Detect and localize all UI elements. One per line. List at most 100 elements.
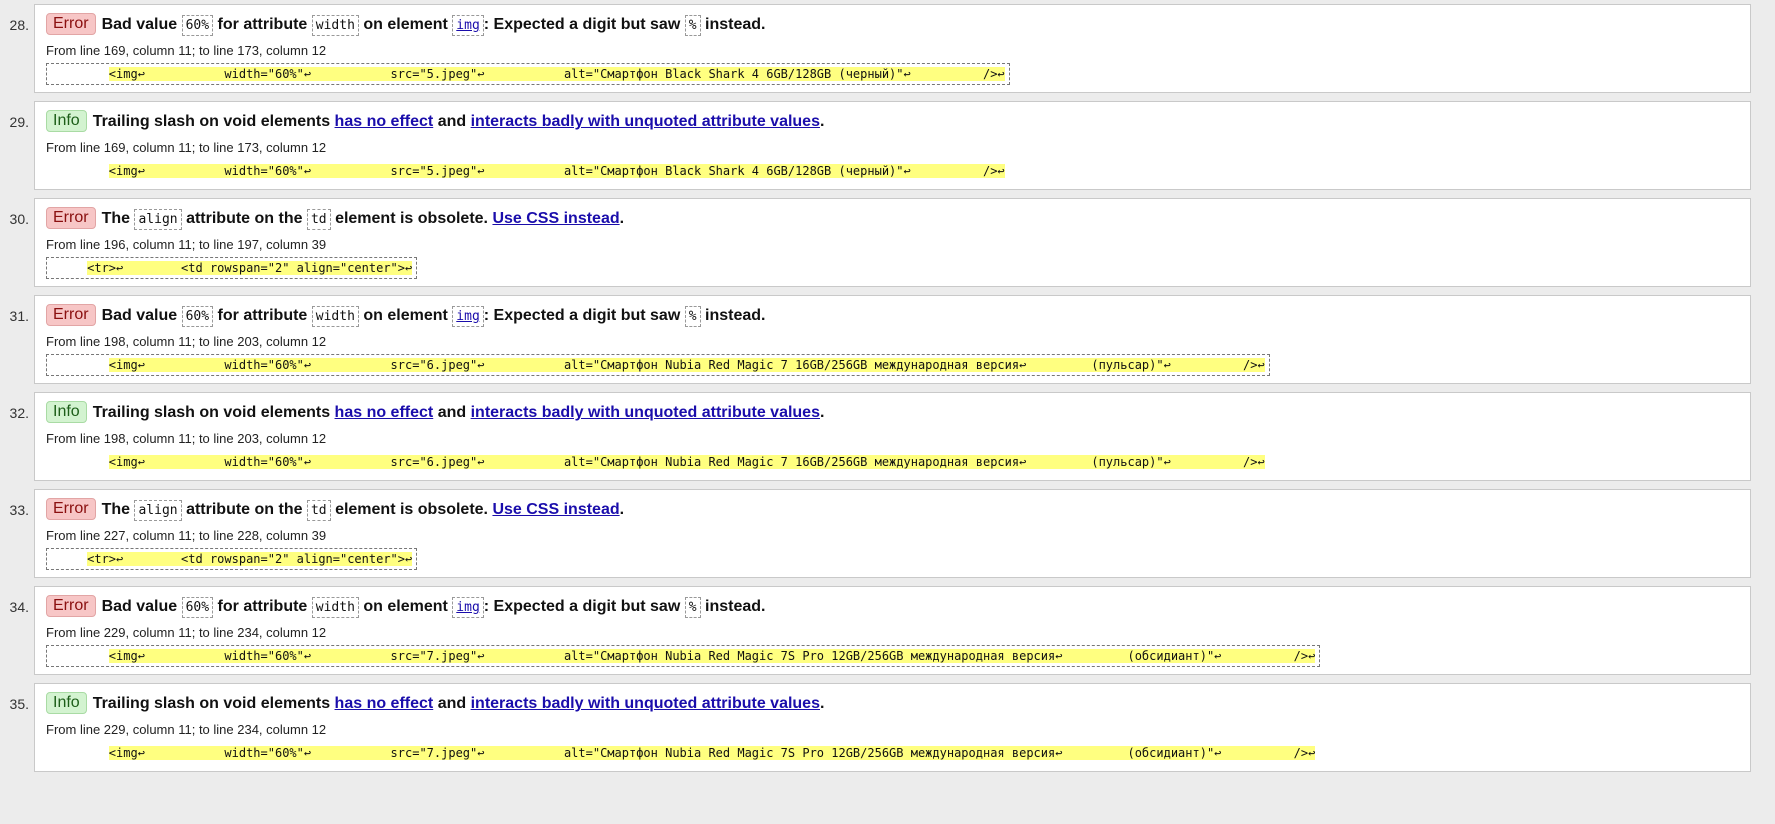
use-css-link[interactable]: Use CSS instead — [492, 501, 619, 518]
element-code: td — [306, 500, 331, 521]
code-extract: <tr>↩ <td rowspan="2" align="center">↩ — [46, 257, 418, 279]
attribute-code: align — [134, 209, 182, 230]
extract-highlight: <img↩ width="60%"↩ src="5.jpeg"↩ alt="См… — [108, 164, 1005, 178]
message-location: From line 196, column 11; to line 197, c… — [46, 237, 327, 252]
message-text: Info Trailing slash on void elements has … — [46, 692, 1739, 716]
extract-highlight: <img↩ width="60%"↩ src="6.jpeg"↩ alt="См… — [108, 455, 1265, 469]
message-text: Error Bad value 60% for attribute width o… — [46, 13, 1739, 37]
message-fragment: . — [619, 501, 625, 518]
code-extract: <tr>↩ <td rowspan="2" align="center">↩ — [46, 548, 418, 570]
info-badge: Info — [46, 110, 87, 132]
attribute-code: width — [311, 306, 359, 327]
message-fragment: Trailing slash on void elements — [92, 695, 331, 712]
message-fragment: and — [437, 113, 467, 130]
message-fragment: . — [819, 113, 825, 130]
error-badge: Error — [46, 304, 96, 326]
message-location: From line 198, column 11; to line 203, c… — [46, 431, 327, 446]
message-location: From line 229, column 11; to line 234, c… — [46, 625, 327, 640]
message-text: Error Bad value 60% for attribute width o… — [46, 595, 1739, 619]
message-fragment: instead. — [705, 16, 766, 33]
has-no-effect-link[interactable]: has no effect — [335, 113, 434, 130]
message-location: From line 169, column 11; to line 173, c… — [46, 43, 327, 58]
message-location: From line 229, column 11; to line 234, c… — [46, 722, 327, 737]
message-fragment: for attribute — [217, 598, 308, 615]
extract-highlight: <tr>↩ <td rowspan="2" align="center">↩ — [87, 261, 413, 275]
message-number: 31. — [9, 308, 29, 324]
message-fragment: . — [619, 210, 625, 227]
message-error: 28. Error Bad value 60% for attribute widt… — [10, 4, 1751, 93]
char-code: % — [684, 597, 701, 618]
extract-highlight: <img↩ width="60%"↩ src="7.jpeg"↩ alt="См… — [108, 746, 1316, 760]
use-css-link[interactable]: Use CSS instead — [492, 210, 619, 227]
message-fragment: element is obsolete. — [335, 501, 488, 518]
message-text: Error The align attribute on the td eleme… — [46, 207, 1739, 231]
element-link[interactable]: img — [452, 15, 484, 36]
message-location: From line 227, column 11; to line 228, c… — [46, 528, 327, 543]
attribute-code: width — [311, 597, 359, 618]
message-info: 32. Info Trailing slash on void elements h… — [10, 392, 1751, 481]
message-fragment: The — [101, 501, 131, 518]
info-badge: Info — [46, 401, 87, 423]
has-no-effect-link[interactable]: has no effect — [335, 695, 434, 712]
extract-leading — [51, 358, 109, 372]
message-text: Info Trailing slash on void elements has … — [46, 401, 1739, 425]
char-code: % — [684, 306, 701, 327]
message-fragment: for attribute — [217, 307, 308, 324]
message-error: 30. Error The align attribute on the td el… — [10, 198, 1751, 287]
message-fragment: . — [819, 404, 825, 421]
message-fragment: on element — [363, 598, 448, 615]
message-error: 33. Error The align attribute on the td el… — [10, 489, 1751, 578]
validation-message-list: 28. Error Bad value 60% for attribute widt… — [0, 0, 1775, 772]
message-number: 33. — [9, 502, 29, 518]
message-fragment: Bad value — [101, 598, 178, 615]
extract-highlight: <img↩ width="60%"↩ src="6.jpeg"↩ alt="См… — [108, 358, 1265, 372]
extract-leading — [51, 649, 109, 663]
message-number: 29. — [9, 114, 29, 130]
value-code: 60% — [181, 15, 214, 36]
extract-leading — [51, 164, 109, 178]
info-badge: Info — [46, 692, 87, 714]
extract-highlight: <img↩ width="60%"↩ src="7.jpeg"↩ alt="См… — [108, 649, 1316, 663]
code-extract: <img↩ width="60%"↩ src="6.jpeg"↩ alt="См… — [46, 451, 1270, 473]
element-code: td — [306, 209, 331, 230]
message-number: 34. — [9, 599, 29, 615]
extract-leading — [51, 746, 109, 760]
char-code: % — [684, 15, 701, 36]
error-badge: Error — [46, 595, 96, 617]
error-badge: Error — [46, 13, 96, 35]
message-error: 31. Error Bad value 60% for attribute widt… — [10, 295, 1751, 384]
extract-leading — [51, 67, 109, 81]
message-fragment: . — [819, 695, 825, 712]
code-extract: <img↩ width="60%"↩ src="7.jpeg"↩ alt="См… — [46, 742, 1320, 764]
unquoted-attributes-link[interactable]: interacts badly with unquoted attribute … — [471, 695, 820, 712]
message-text: Info Trailing slash on void elements has … — [46, 110, 1739, 134]
has-no-effect-link[interactable]: has no effect — [335, 404, 434, 421]
unquoted-attributes-link[interactable]: interacts badly with unquoted attribute … — [471, 404, 820, 421]
attribute-code: align — [134, 500, 182, 521]
message-number: 30. — [9, 211, 29, 227]
message-fragment: Bad value — [101, 307, 178, 324]
code-extract: <img↩ width="60%"↩ src="7.jpeg"↩ alt="См… — [46, 645, 1321, 667]
extract-highlight: <img↩ width="60%"↩ src="5.jpeg"↩ alt="См… — [108, 67, 1005, 81]
code-extract: <img↩ width="60%"↩ src="5.jpeg"↩ alt="См… — [46, 63, 1010, 85]
message-fragment: for attribute — [217, 16, 308, 33]
message-fragment: and — [437, 404, 467, 421]
message-fragment: instead. — [705, 307, 766, 324]
error-badge: Error — [46, 207, 96, 229]
element-link[interactable]: img — [452, 306, 484, 327]
message-fragment: Trailing slash on void elements — [92, 404, 331, 421]
message-fragment: : Expected a digit but saw — [483, 16, 681, 33]
message-fragment: attribute on the — [186, 501, 303, 518]
message-number: 32. — [9, 405, 29, 421]
code-extract: <img↩ width="60%"↩ src="6.jpeg"↩ alt="См… — [46, 354, 1270, 376]
message-fragment: Trailing slash on void elements — [92, 113, 331, 130]
message-fragment: attribute on the — [186, 210, 303, 227]
message-info: 35. Info Trailing slash on void elements h… — [10, 683, 1751, 772]
error-badge: Error — [46, 498, 96, 520]
message-fragment: instead. — [705, 598, 766, 615]
element-link[interactable]: img — [452, 597, 484, 618]
message-fragment: and — [437, 695, 467, 712]
message-location: From line 169, column 11; to line 173, c… — [46, 140, 327, 155]
message-fragment: The — [101, 210, 131, 227]
unquoted-attributes-link[interactable]: interacts badly with unquoted attribute … — [471, 113, 820, 130]
